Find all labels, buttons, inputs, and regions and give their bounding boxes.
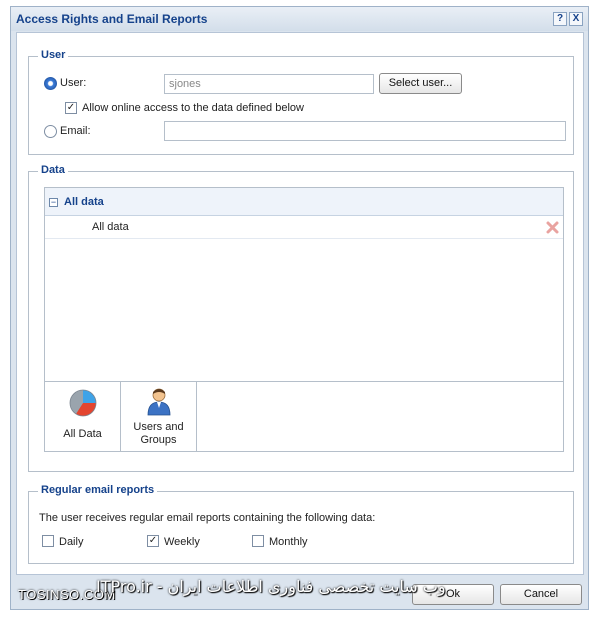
data-row-label: All data bbox=[92, 221, 129, 233]
data-panel-title: All data bbox=[64, 196, 104, 208]
help-button[interactable]: ? bbox=[553, 12, 567, 26]
user-field[interactable]: sjones bbox=[164, 74, 374, 94]
users-groups-label-line1: Users and bbox=[133, 421, 184, 433]
allow-online-label: Allow online access to the data defined … bbox=[82, 102, 304, 114]
dialog-title: Access Rights and Email Reports bbox=[16, 12, 208, 26]
data-group-legend: Data bbox=[38, 164, 68, 176]
select-user-button[interactable]: Select user... bbox=[379, 73, 462, 94]
access-rights-dialog: Access Rights and Email Reports ? X User… bbox=[10, 6, 589, 610]
data-row[interactable]: All data bbox=[45, 217, 563, 239]
email-radio[interactable] bbox=[44, 125, 57, 138]
daily-label: Daily bbox=[59, 536, 84, 548]
email-radio-label: Email: bbox=[60, 125, 91, 137]
monthly-label: Monthly bbox=[269, 536, 308, 548]
all-data-tile-label: All Data bbox=[63, 428, 102, 440]
collapse-icon[interactable]: − bbox=[49, 198, 58, 207]
users-groups-tile[interactable]: Users and Groups bbox=[121, 382, 197, 452]
user-group: User User: sjones Select user... ✓ Allow… bbox=[28, 49, 574, 155]
email-field[interactable] bbox=[164, 121, 566, 141]
monthly-checkbox[interactable] bbox=[252, 535, 264, 547]
cancel-button[interactable]: Cancel bbox=[500, 584, 582, 605]
allow-online-checkbox[interactable]: ✓ bbox=[65, 102, 77, 114]
weekly-checkbox[interactable]: ✓ bbox=[147, 535, 159, 547]
email-reports-legend: Regular email reports bbox=[38, 484, 158, 496]
delete-icon[interactable] bbox=[545, 220, 560, 235]
user-icon bbox=[147, 388, 171, 416]
email-reports-group: Regular email reports The user receives … bbox=[28, 484, 574, 564]
close-button[interactable]: X bbox=[569, 12, 583, 26]
weekly-label: Weekly bbox=[164, 536, 200, 548]
users-groups-label-line2: Groups bbox=[140, 434, 177, 446]
watermark-itpro: ITPro.ir - وب سایت تخصصی فناوری اطلاعات … bbox=[96, 577, 446, 596]
data-panel-header[interactable]: − All data bbox=[45, 188, 563, 216]
all-data-tile[interactable]: All Data bbox=[45, 382, 121, 452]
email-reports-description: The user receives regular email reports … bbox=[39, 512, 376, 524]
user-radio[interactable] bbox=[44, 77, 57, 90]
user-group-legend: User bbox=[38, 49, 69, 61]
user-radio-label: User: bbox=[60, 77, 87, 89]
dialog-titlebar[interactable]: Access Rights and Email Reports ? X bbox=[11, 7, 588, 31]
dialog-content: User User: sjones Select user... ✓ Allow… bbox=[16, 32, 584, 575]
data-tiles: All Data Users and Groups bbox=[45, 381, 563, 452]
pie-chart-icon bbox=[69, 389, 97, 417]
data-panel: − All data All data All Data Users and G… bbox=[44, 187, 564, 452]
daily-checkbox[interactable] bbox=[42, 535, 54, 547]
data-group: Data − All data All data All Data Users … bbox=[28, 164, 574, 472]
